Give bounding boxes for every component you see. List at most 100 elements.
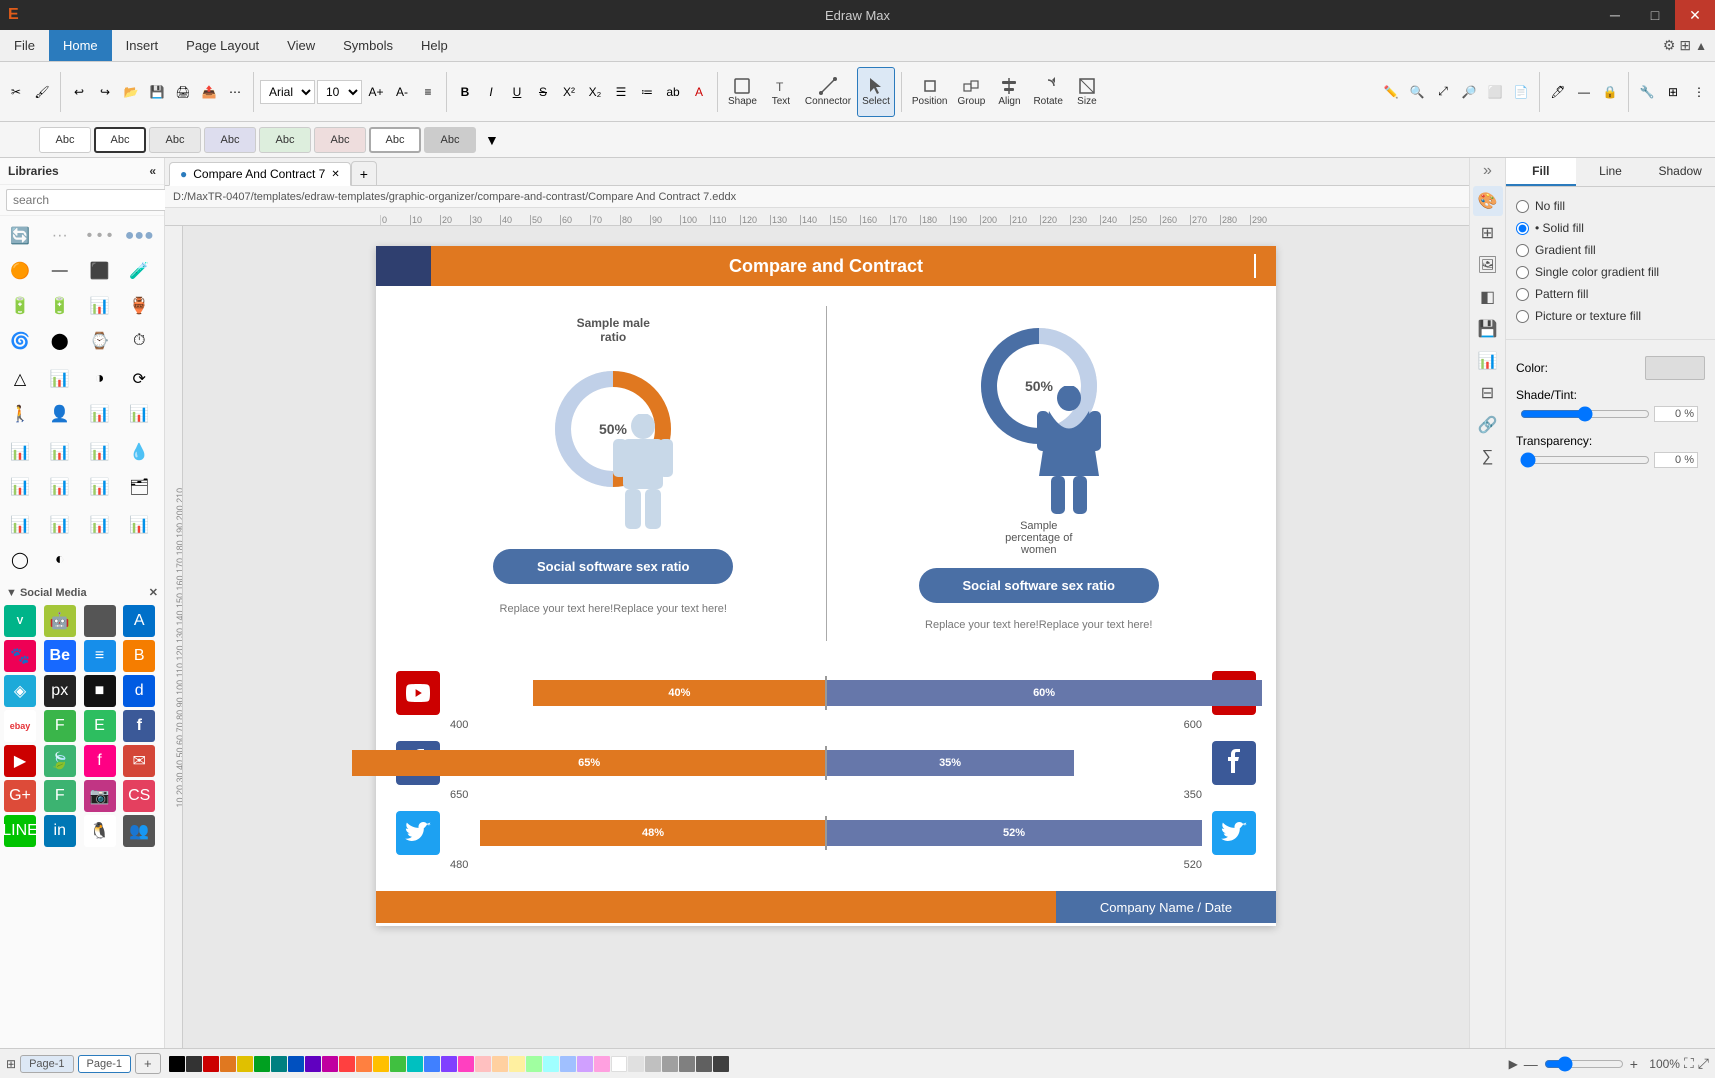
page-button[interactable]: 📄 — [1509, 80, 1533, 104]
pal-gray2[interactable] — [645, 1056, 661, 1072]
pal-lt-yellow[interactable] — [509, 1056, 525, 1072]
lib-icon-22[interactable]: 👤 — [44, 398, 76, 430]
lib-icon-5[interactable]: 🟠 — [4, 255, 36, 287]
search-replace-button[interactable]: 🔍 — [1405, 80, 1429, 104]
close-tab-button[interactable]: ✕ — [331, 169, 339, 180]
lib-icon-6[interactable]: — — [44, 255, 76, 287]
magic-pen-button[interactable]: ✏️ — [1379, 80, 1403, 104]
pal-gray3[interactable] — [662, 1056, 678, 1072]
open-button[interactable]: 📂 — [119, 80, 143, 104]
menu-file[interactable]: File — [0, 30, 49, 61]
collapse-sidebar-button[interactable]: « — [149, 164, 156, 178]
lib-icon-15[interactable]: ⌚ — [84, 325, 116, 357]
save-button[interactable]: 💾 — [145, 80, 169, 104]
texture-fill-option[interactable]: Picture or texture fill — [1516, 305, 1705, 327]
settings-icon[interactable]: ⚙ — [1663, 37, 1676, 54]
lib-icon-2[interactable]: ··· — [44, 220, 76, 252]
style-preset-4[interactable]: Abc — [204, 127, 256, 153]
lib-icon-16[interactable]: ⏱ — [123, 325, 155, 357]
shade-slider[interactable] — [1520, 406, 1650, 422]
lib-icon-20[interactable]: ⟳ — [123, 363, 155, 395]
line-style-button[interactable]: — — [1572, 80, 1596, 104]
text-color-button[interactable]: A — [687, 80, 711, 104]
collapse-icon[interactable]: ▲ — [1695, 39, 1707, 53]
sm-icon-sketchfab[interactable]: ◈ — [4, 675, 36, 707]
texture-fill-radio[interactable] — [1516, 310, 1529, 323]
pal-teal1[interactable] — [271, 1056, 287, 1072]
more2-button[interactable]: ⋮ — [1687, 80, 1711, 104]
superscript-button[interactable]: X² — [557, 80, 581, 104]
pal-yellow1[interactable] — [237, 1056, 253, 1072]
lib-icon-27[interactable]: 📊 — [84, 436, 116, 468]
single-gradient-option[interactable]: Single color gradient fill — [1516, 261, 1705, 283]
lib-icon-7[interactable]: ⬛ — [84, 255, 116, 287]
resize-button[interactable]: ⤢ — [1431, 80, 1455, 104]
menu-home[interactable]: Home — [49, 30, 112, 61]
close-section-button[interactable]: ✕ — [149, 586, 158, 599]
single-gradient-radio[interactable] — [1516, 266, 1529, 279]
pal-lt-orange[interactable] — [492, 1056, 508, 1072]
sm-icon-evernote[interactable]: E — [84, 710, 116, 742]
page-tab-label[interactable]: Page-1 — [20, 1055, 73, 1073]
lib-icon-25[interactable]: 📊 — [4, 436, 36, 468]
zoom-slider[interactable] — [1544, 1056, 1624, 1072]
lib-icon-8[interactable]: 🧪 — [123, 255, 155, 287]
lib-icon-14[interactable]: ⬤ — [44, 325, 76, 357]
pal-green1[interactable] — [254, 1056, 270, 1072]
connector-button[interactable]: Connector — [801, 67, 855, 117]
lib-icon-17[interactable]: △ — [4, 363, 36, 395]
lib-icon-28[interactable]: 💧 — [123, 436, 155, 468]
style-preset-2[interactable]: Abc — [94, 127, 146, 153]
pal-lt-purple[interactable] — [577, 1056, 593, 1072]
lib-icon-9[interactable]: 🔋 — [4, 290, 36, 322]
pal-gray1[interactable] — [628, 1056, 644, 1072]
sm-icon-mail[interactable]: ✉ — [123, 745, 155, 777]
cut-button[interactable]: ✂ — [4, 80, 28, 104]
sm-icon-blogger[interactable]: B — [123, 640, 155, 672]
pal-lt-teal[interactable] — [543, 1056, 559, 1072]
pal-lt-green[interactable] — [526, 1056, 542, 1072]
group-button[interactable]: Group — [953, 67, 989, 117]
pal-white[interactable] — [611, 1056, 627, 1072]
lib-icon-36[interactable]: 📊 — [123, 509, 155, 541]
maximize-button[interactable]: □ — [1635, 0, 1675, 30]
file-tab-active[interactable]: ● Compare And Contract 7 ✕ — [169, 162, 351, 186]
pal-lt-blue[interactable] — [560, 1056, 576, 1072]
pal-red1[interactable] — [203, 1056, 219, 1072]
style-preset-1[interactable]: Abc — [39, 127, 91, 153]
lib-icon-18[interactable]: 📊 — [44, 363, 76, 395]
pal-black[interactable] — [169, 1056, 185, 1072]
style-preset-6[interactable]: Abc — [314, 127, 366, 153]
chart-tool-button[interactable]: 📊 — [1473, 346, 1503, 376]
lib-icon-34[interactable]: 📊 — [44, 509, 76, 541]
gradient-fill-option[interactable]: Gradient fill — [1516, 239, 1705, 261]
lib-icon-35[interactable]: 📊 — [84, 509, 116, 541]
size-button[interactable]: Size — [1069, 67, 1105, 117]
style-expand-button[interactable]: ▼ — [479, 132, 505, 148]
fit-page-button[interactable]: ⛶ — [1684, 1055, 1694, 1072]
math-tool-button[interactable]: ∑ — [1473, 442, 1503, 472]
text-case-button[interactable]: ab — [661, 80, 685, 104]
menu-view[interactable]: View — [273, 30, 329, 61]
pal-lt-pink[interactable] — [594, 1056, 610, 1072]
lib-icon-4[interactable]: ●●● — [123, 220, 155, 252]
pal-gray5[interactable] — [696, 1056, 712, 1072]
shapes-mode-icon[interactable]: ⊞ — [6, 1057, 16, 1071]
lib-icon-12[interactable]: 🏺 — [123, 290, 155, 322]
underline-button[interactable]: U — [505, 80, 529, 104]
more-button[interactable]: ⋯ — [223, 80, 247, 104]
lib-icon-32[interactable]: 🗂 — [123, 471, 155, 503]
align-button[interactable]: ≡ — [416, 80, 440, 104]
shade-value[interactable] — [1654, 406, 1698, 422]
lib-icon-31[interactable]: 📊 — [84, 471, 116, 503]
format-button[interactable]: ⊞ — [1661, 80, 1685, 104]
copy-format-button[interactable]: 🖌 — [30, 80, 54, 104]
pal-purple1[interactable] — [305, 1056, 321, 1072]
solid-fill-radio[interactable] — [1516, 222, 1529, 235]
redo-button[interactable]: ↪ — [93, 80, 117, 104]
lib-icon-38[interactable]: ◐ — [44, 544, 76, 576]
sm-icon-people[interactable]: 👥 — [123, 815, 155, 847]
sm-icon-ebay[interactable]: ebay — [4, 710, 36, 742]
lib-icon-3[interactable]: • • • — [84, 220, 116, 252]
sm-icon-findnew[interactable]: F — [44, 780, 76, 812]
